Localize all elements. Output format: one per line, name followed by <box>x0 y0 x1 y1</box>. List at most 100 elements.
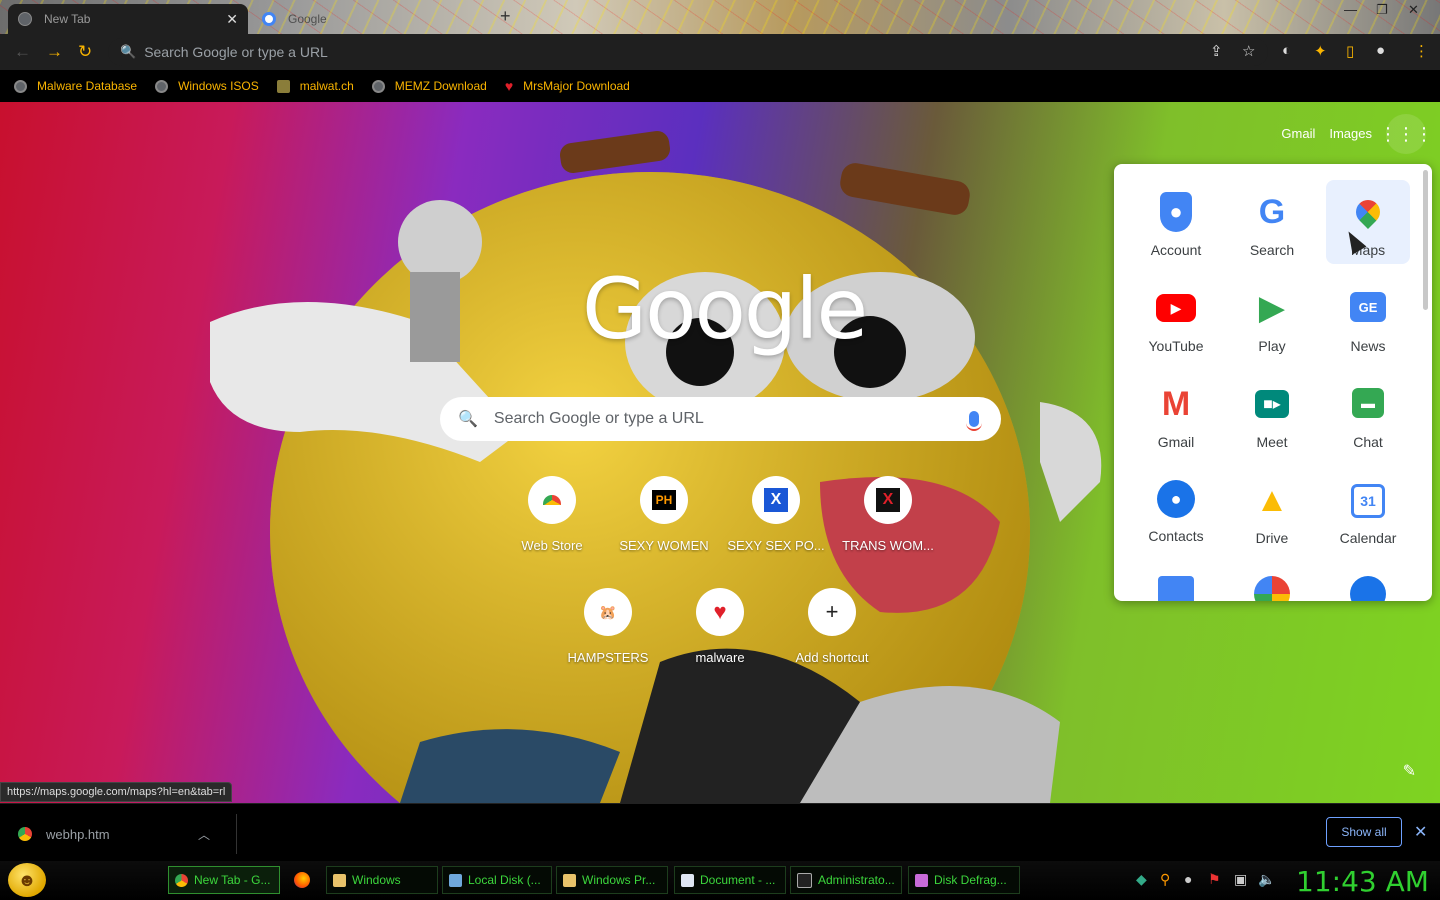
apps-panel-scrollbar[interactable] <box>1423 170 1428 310</box>
reload-icon[interactable]: ↻ <box>78 42 92 62</box>
search-tray-icon[interactable]: ⚲ <box>1160 871 1170 888</box>
task-new-tab[interactable]: New Tab - G... <box>168 866 280 894</box>
shortcut-malware[interactable]: ♥ malware <box>664 588 776 665</box>
google-apps-grid-icon[interactable]: ⋮⋮⋮ <box>1379 114 1433 154</box>
google-logo: Google <box>582 260 868 358</box>
window-close-icon[interactable]: ✕ <box>1408 2 1419 18</box>
header-links: Gmail Images <box>1281 126 1372 141</box>
omnibox[interactable]: 🔍 Search Google or type a URL <box>108 38 1268 66</box>
network-tray-icon[interactable]: ◆ <box>1136 871 1147 888</box>
bookmark-mrsmajor-download[interactable]: ♥ MrsMajor Download <box>505 78 630 94</box>
display-tray-icon[interactable]: ▣ <box>1234 871 1247 888</box>
bookmark-star-icon[interactable]: ☆ <box>1242 42 1255 60</box>
heart-icon: ♥ <box>696 588 744 636</box>
task-label: Windows Pr... <box>582 873 656 887</box>
task-local-disk[interactable]: Local Disk (... <box>442 866 552 894</box>
translate-icon[interactable] <box>1158 576 1194 601</box>
app-contacts[interactable]: ● Contacts <box>1134 468 1218 552</box>
search-icon: 🔍 <box>120 44 137 59</box>
download-item[interactable]: webhp.htm ︿ <box>18 820 238 848</box>
globe-icon <box>155 79 169 93</box>
microphone-icon[interactable] <box>966 411 982 431</box>
tab-google[interactable]: Google <box>252 4 472 34</box>
defrag-icon <box>915 873 928 887</box>
task-windows[interactable]: Windows <box>326 866 438 894</box>
bookmark-windows-isos[interactable]: Windows ISOS <box>155 79 259 93</box>
account-icon: ● <box>1160 192 1192 232</box>
task-document[interactable]: Document - ... <box>674 866 786 894</box>
app-calendar[interactable]: 31 Calendar <box>1326 468 1410 552</box>
restore-icon[interactable]: ❐ <box>1376 2 1388 18</box>
gmail-link[interactable]: Gmail <box>1281 126 1315 141</box>
disk-icon <box>449 873 462 887</box>
app-youtube[interactable]: ▶ YouTube <box>1134 276 1218 360</box>
shortcut-add[interactable]: + Add shortcut <box>776 588 888 665</box>
globe-icon <box>371 79 385 93</box>
bookmark-malware-database[interactable]: Malware Database <box>14 79 137 93</box>
side-panel-icon[interactable]: ▯ <box>1346 42 1354 60</box>
app-gmail[interactable]: M Gmail <box>1134 372 1218 456</box>
chrome-file-icon <box>18 827 32 841</box>
duo-icon[interactable] <box>1350 576 1386 601</box>
task-administrator[interactable]: Administrato... <box>790 866 902 894</box>
flag-tray-icon[interactable]: ⚑ <box>1208 871 1221 888</box>
app-chat[interactable]: ▬ Chat <box>1326 372 1410 456</box>
app-label: Calendar <box>1339 530 1397 546</box>
search-icon: 🔍 <box>458 411 478 428</box>
task-disk-defrag[interactable]: Disk Defrag... <box>908 866 1020 894</box>
task-label: Local Disk (... <box>468 873 541 887</box>
x-glyph: X <box>876 488 900 512</box>
volume-icon[interactable]: 🔈 <box>1258 871 1275 888</box>
extensions-puzzle-icon[interactable]: ✦ <box>1314 42 1327 60</box>
share-icon[interactable]: ⇪ <box>1210 42 1223 60</box>
shortcut-trans-wom[interactable]: X TRANS WOM... <box>832 476 944 553</box>
google-favicon-icon <box>262 12 276 26</box>
app-maps[interactable]: Maps <box>1326 180 1410 264</box>
firefox-icon[interactable] <box>294 872 310 888</box>
calendar-icon: 31 <box>1351 484 1385 518</box>
app-label: Drive <box>1255 530 1289 546</box>
bookmark-label: Windows ISOS <box>178 79 259 93</box>
task-label: Disk Defrag... <box>934 873 1007 887</box>
minimize-icon[interactable]: — <box>1344 2 1357 17</box>
bookmark-memz-download[interactable]: MEMZ Download <box>371 79 487 93</box>
shortcut-hampsters[interactable]: 🐹 HAMPSTERS <box>552 588 664 665</box>
bookmark-malwatch[interactable]: malwat.ch <box>276 79 354 93</box>
forward-arrow-icon[interactable]: → <box>46 42 63 62</box>
status-tray-icon[interactable]: ● <box>1184 871 1192 887</box>
x-glyph: X <box>764 488 788 512</box>
back-arrow-icon[interactable]: ← <box>14 42 31 62</box>
tab-close-icon[interactable]: ✕ <box>226 11 238 28</box>
task-windows-pr[interactable]: Windows Pr... <box>556 866 668 894</box>
app-news[interactable]: GE News <box>1326 276 1410 360</box>
customize-pencil-icon[interactable]: ✎ <box>1403 761 1416 781</box>
extension-flag-icon[interactable]: ◐ <box>1282 42 1291 59</box>
task-label: New Tab - G... <box>194 873 271 887</box>
app-drive[interactable]: ▲ Drive <box>1230 468 1314 552</box>
bookmark-label: Malware Database <box>37 79 138 93</box>
app-play[interactable]: ▶ Play <box>1230 276 1314 360</box>
tab-new-tab[interactable]: New Tab ✕ <box>8 4 248 34</box>
images-link[interactable]: Images <box>1329 126 1372 141</box>
app-meet[interactable]: ■▸ Meet <box>1230 372 1314 456</box>
show-all-button[interactable]: Show all <box>1326 817 1402 847</box>
chrome-icon <box>175 873 188 887</box>
search-box[interactable]: 🔍 Search Google or type a URL <box>440 397 1001 441</box>
start-button-emoji-icon[interactable]: ☻ <box>8 863 46 897</box>
status-url: https://maps.google.com/maps?hl=en&tab=r… <box>0 782 233 802</box>
chevron-up-icon[interactable]: ︿ <box>198 826 210 843</box>
shortcut-sexy-women[interactable]: PH SEXY WOMEN <box>608 476 720 553</box>
shortcut-sexy-sex-po[interactable]: X SEXY SEX PO... <box>720 476 832 553</box>
plus-icon: + <box>808 588 856 636</box>
new-tab-plus-icon[interactable]: + <box>500 6 511 27</box>
photos-icon[interactable] <box>1254 576 1290 601</box>
profile-avatar-icon[interactable]: ● <box>1376 42 1385 59</box>
tab-title: New Tab <box>44 12 91 26</box>
app-account[interactable]: ● Account <box>1134 180 1218 264</box>
menu-kebab-icon[interactable]: ⋮ <box>1414 42 1429 60</box>
app-search[interactable]: G Search <box>1230 180 1314 264</box>
youtube-icon: ▶ <box>1156 294 1196 322</box>
close-icon[interactable]: ✕ <box>1414 822 1427 842</box>
new-tab-favicon-icon <box>18 12 32 26</box>
shortcut-web-store[interactable]: Web Store <box>496 476 608 553</box>
